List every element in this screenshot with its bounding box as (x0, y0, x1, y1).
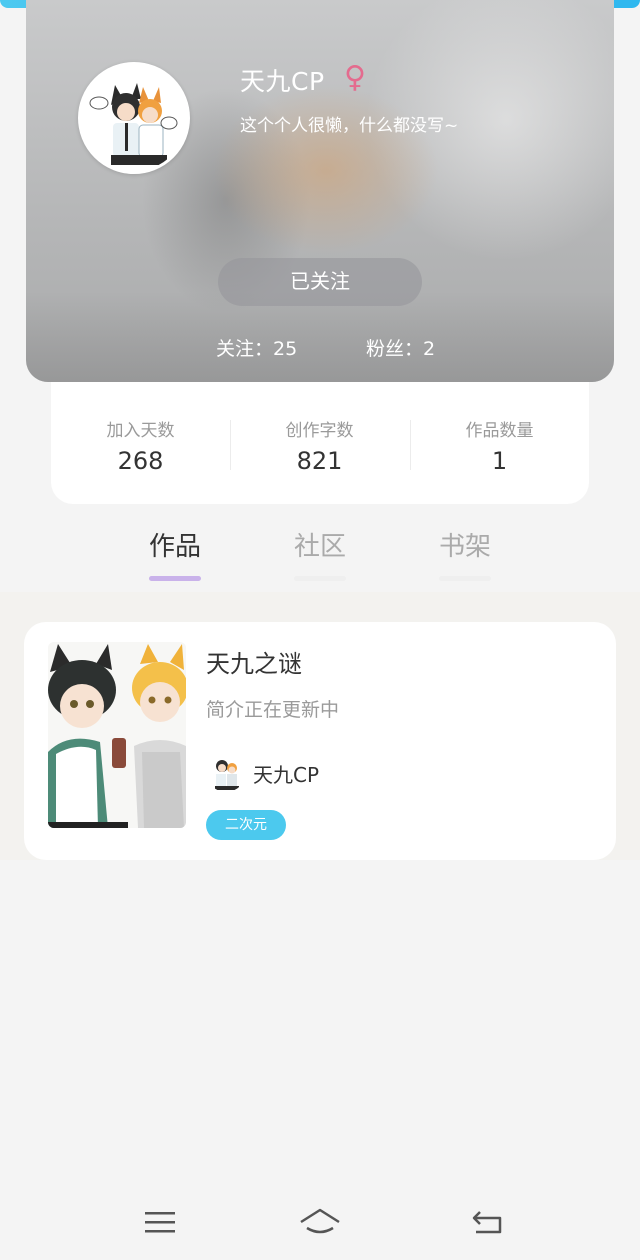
profile-username: 天九CP (240, 67, 325, 96)
user-stats-card: 加入天数 268 创作字数 821 作品数量 1 (51, 382, 589, 504)
tab-indicator (149, 576, 201, 581)
back-icon[interactable] (466, 1204, 510, 1240)
following-count[interactable]: 关注：25 (216, 334, 297, 361)
stat-join-days: 加入天数 268 (51, 416, 230, 475)
tab-indicator (439, 576, 491, 581)
genre-tag[interactable]: 二次元 (206, 810, 286, 840)
profile-avatar[interactable] (78, 62, 190, 174)
stat-label: 作品数量 (465, 421, 534, 441)
tab-label: 作品 (148, 532, 201, 562)
stat-works-count: 作品数量 1 (410, 416, 589, 475)
menu-icon[interactable] (139, 1204, 183, 1240)
tab-works[interactable]: 作品 (130, 526, 220, 581)
stat-label: 加入天数 (106, 421, 175, 441)
follow-status-button[interactable]: 已关注 (218, 258, 422, 306)
author-avatar-illustration (206, 752, 246, 792)
profile-bio: 这个个人很懒，什么都没写~ (240, 116, 459, 136)
cover-illustration (48, 642, 186, 828)
avatar-illustration (81, 65, 187, 171)
tab-label: 书架 (438, 532, 491, 562)
author-avatar[interactable] (206, 752, 246, 792)
female-gender-icon: ♀ (344, 60, 366, 95)
tab-bookshelf[interactable]: 书架 (420, 526, 510, 581)
fans-count[interactable]: 粉丝：2 (366, 334, 435, 361)
tab-label: 社区 (293, 532, 346, 562)
work-description: 简介正在更新中 (206, 699, 340, 721)
profile-header-background (26, 0, 614, 382)
stat-word-count: 创作字数 821 (230, 416, 409, 475)
stat-label: 创作字数 (285, 421, 354, 441)
author-name[interactable]: 天九CP (253, 759, 319, 788)
stat-value: 268 (117, 447, 164, 475)
tab-indicator (294, 576, 346, 581)
work-card[interactable]: 天九之谜 简介正在更新中 天九CP 二次元 (24, 622, 616, 860)
work-title[interactable]: 天九之谜 (206, 644, 302, 679)
stat-value: 1 (491, 447, 508, 475)
home-icon[interactable] (298, 1204, 342, 1240)
work-cover-image[interactable] (48, 642, 186, 828)
profile-tabs: 作品 社区 书架 (0, 520, 640, 590)
tab-community[interactable]: 社区 (275, 526, 365, 581)
stat-value: 821 (296, 447, 343, 475)
system-nav-bar (0, 1186, 640, 1260)
